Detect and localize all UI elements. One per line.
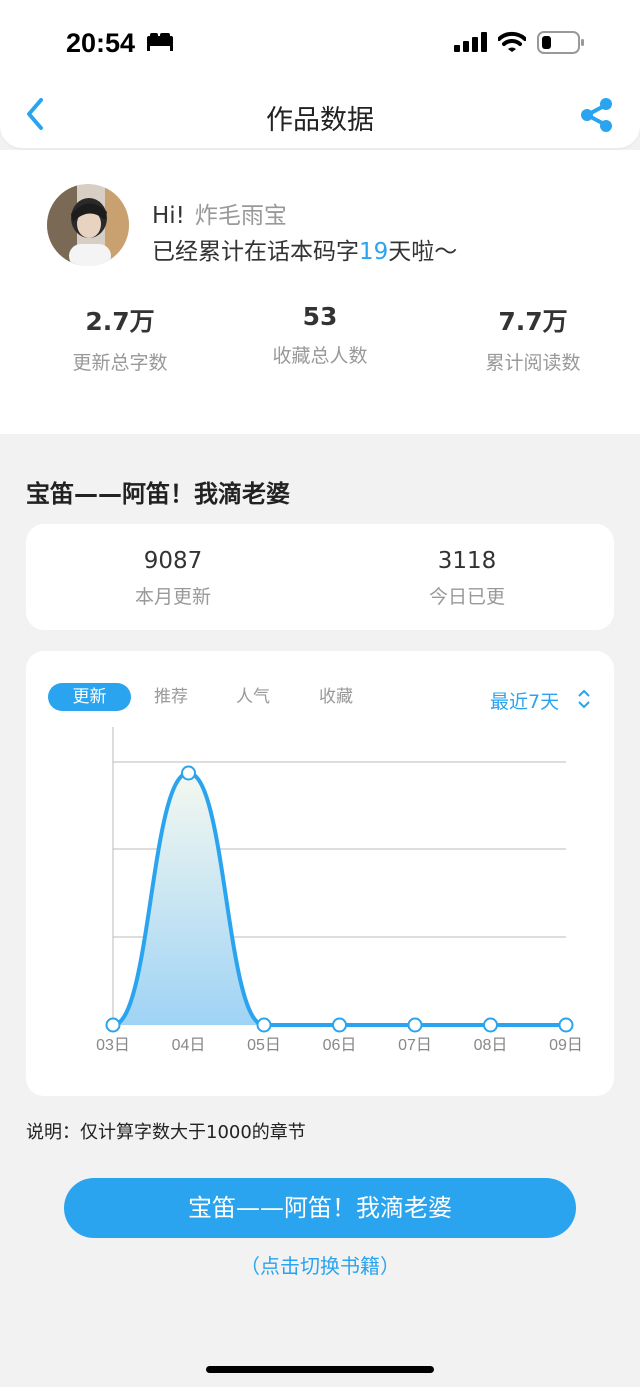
chart-x-tick-label: 03日 — [96, 1037, 130, 1054]
chart-area — [113, 773, 566, 1025]
switch-book-button[interactable]: 宝笛——阿笛！我滴老婆 — [64, 1178, 576, 1238]
month-update-stat: 9087 本月更新 — [26, 548, 320, 609]
trend-chart: 03日 04日 05日 06日 07日 08日 09日 — [96, 727, 583, 1054]
battery-icon — [537, 31, 584, 54]
status-time: 20:54 — [66, 28, 136, 58]
stat-value: 53 — [302, 302, 338, 331]
tab-favorites[interactable]: 收藏 — [309, 683, 363, 711]
range-selector[interactable]: 最近7天 — [490, 687, 559, 714]
chart-point-03日 — [105, 1017, 121, 1033]
chart-point-04日 — [181, 765, 196, 781]
username: 炸毛雨宝 — [194, 203, 287, 229]
chart-x-tick-label: 04日 — [172, 1037, 206, 1054]
tab-updates[interactable]: 更新 — [48, 683, 131, 711]
book-title: 宝笛——阿笛！我滴老婆 — [26, 480, 290, 508]
tab-recommend[interactable]: 推荐 — [144, 683, 198, 711]
stat-label: 累计阅读数 — [485, 352, 581, 374]
home-indicator — [206, 1366, 434, 1373]
chevron-up-down-icon[interactable] — [576, 689, 592, 709]
chart-point-05日 — [256, 1017, 272, 1033]
chart-x-tick-label: 06日 — [323, 1037, 357, 1054]
month-update-value: 9087 — [143, 548, 203, 574]
chart-card: 03日 04日 05日 06日 07日 08日 09日 更新 推荐 人气 收藏 最近7天 — [26, 651, 614, 1096]
today-update-value: 3118 — [437, 548, 497, 574]
nav-bar: 作品数据 — [0, 86, 640, 148]
chart-point-09日 — [558, 1017, 574, 1033]
month-update-label: 本月更新 — [134, 586, 211, 608]
stat-total-words: 2.7万 更新总字数 — [20, 302, 220, 375]
cellular-signal-icon — [454, 32, 487, 52]
stat-label: 更新总字数 — [72, 352, 168, 374]
stat-value: 2.7万 — [85, 307, 155, 336]
writing-days-suffix: 天啦～ — [388, 239, 458, 265]
page-title: 作品数据 — [266, 105, 374, 136]
chart-x-tick-label: 09日 — [549, 1037, 583, 1054]
chart-x-tick-label: 05日 — [247, 1037, 281, 1054]
status-bar: 20:54 — [0, 0, 640, 86]
greeting-line: Hi! 炸毛雨宝 — [152, 196, 287, 230]
wifi-icon — [498, 31, 526, 52]
stat-label: 收藏总人数 — [272, 345, 368, 367]
profile-section: Hi! 炸毛雨宝 已经累计在话本码字19天啦～ 2.7万 更新总字数 53 收藏总… — [0, 150, 640, 434]
today-update-stat: 3118 今日已更 — [320, 548, 614, 609]
greeting-text: Hi! — [152, 203, 185, 229]
share-icon[interactable] — [578, 96, 616, 134]
tab-popularity[interactable]: 人气 — [226, 683, 280, 711]
today-update-label: 今日已更 — [428, 586, 505, 608]
sleep-mode-icon — [147, 33, 173, 51]
stat-total-reads: 7.7万 累计阅读数 — [433, 302, 633, 375]
writing-days-line: 已经累计在话本码字19天啦～ — [152, 232, 457, 266]
chart-point-06日 — [332, 1017, 347, 1033]
update-summary-card: 9087 本月更新 3118 今日已更 — [26, 524, 614, 630]
switch-book-hint[interactable]: （点击切换书籍） — [0, 1250, 640, 1279]
stat-total-favorites: 53 收藏总人数 — [220, 302, 420, 368]
chart-x-tick-label: 07日 — [398, 1037, 432, 1054]
writing-days-count: 19 — [359, 239, 389, 265]
avatar[interactable] — [47, 184, 129, 266]
stat-value: 7.7万 — [498, 307, 568, 336]
chart-note: 说明：仅计算字数大于1000的章节 — [26, 1122, 306, 1143]
chart-point-07日 — [407, 1017, 423, 1033]
chart-point-08日 — [483, 1017, 498, 1033]
writing-days-prefix: 已经累计在话本码字 — [152, 239, 359, 265]
chart-x-tick-label: 08日 — [474, 1037, 508, 1054]
